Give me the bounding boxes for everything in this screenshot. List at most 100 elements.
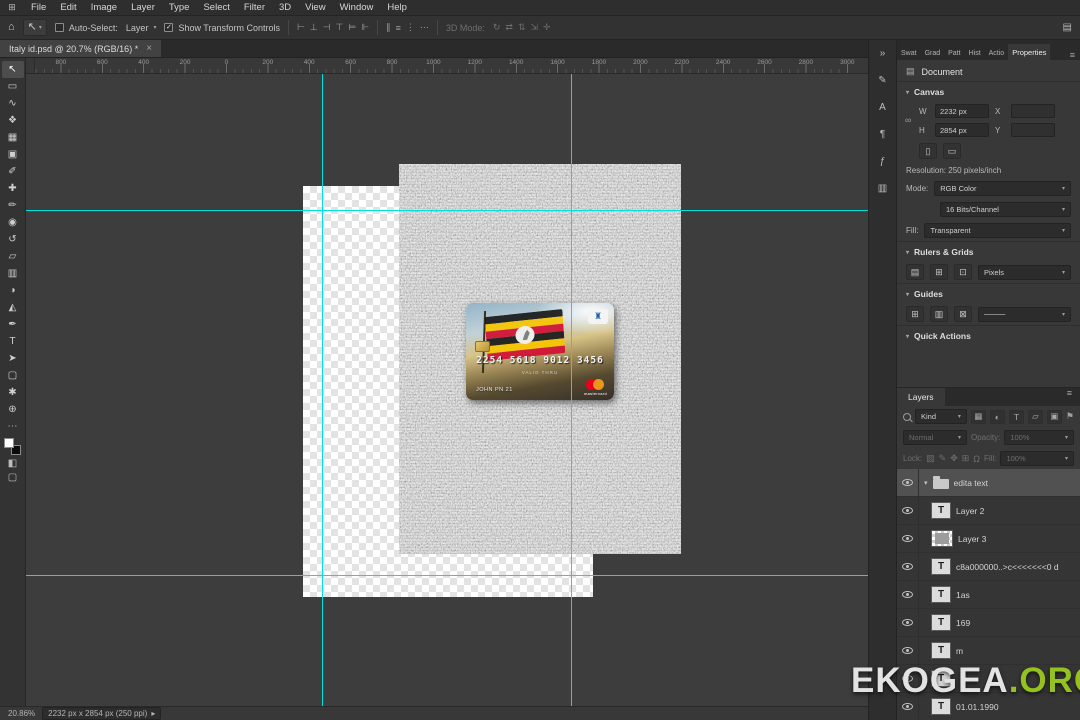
edit-toolbar-icon[interactable]: ⋯	[8, 421, 18, 432]
layer-visibility-toggle[interactable]	[897, 581, 919, 608]
canvas-width-field[interactable]: 2232 px	[935, 104, 989, 118]
eyedropper-tool[interactable]: ✐	[2, 163, 24, 180]
layer-name[interactable]: c8a000000..>c<<<<<<<0 d	[956, 562, 1059, 572]
healing-brush-tool[interactable]: ✚	[2, 180, 24, 197]
current-tool-button[interactable]: ↖ ▾	[22, 19, 47, 36]
menu-item[interactable]: File	[24, 0, 53, 15]
layer-row[interactable]: ▾ T 1as	[897, 581, 1080, 609]
section-canvas[interactable]: ▾ Canvas	[897, 81, 1080, 101]
path-selection-tool[interactable]: ➤	[2, 350, 24, 367]
layer-row[interactable]: ▾ T Layer 3	[897, 525, 1080, 553]
layer-visibility-toggle[interactable]	[897, 609, 919, 636]
ruler-units-dropdown[interactable]: Pixels ▾	[978, 264, 1071, 280]
lock-position-icon[interactable]: ✥	[950, 453, 958, 464]
guide-style-dropdown[interactable]: ──── ▾	[978, 306, 1071, 322]
ruler-icon[interactable]: ▤	[906, 264, 924, 280]
align-right-icon[interactable]: ⊣	[323, 22, 331, 33]
layer-filter-kind-dropdown[interactable]: Kind ▾	[915, 409, 967, 424]
layers-panel-menu-icon[interactable]: ≡	[1064, 388, 1075, 406]
document-info-field[interactable]: 2232 px x 2854 px (250 ppi) ▸	[42, 707, 162, 720]
align-top-icon[interactable]: ⊤	[336, 22, 344, 33]
distribute-spacing-icon[interactable]: ⋮	[406, 22, 415, 33]
align-center-horizontal-icon[interactable]: ⊥	[310, 22, 318, 33]
bit-depth-dropdown[interactable]: 16 Bits/Channel ▾	[940, 202, 1071, 217]
more-options-icon[interactable]: ⋯	[420, 22, 429, 33]
align-center-vertical-icon[interactable]: ⊨	[348, 22, 356, 33]
vertical-guide[interactable]	[571, 74, 572, 706]
lock-all-icon[interactable]: Ω	[973, 454, 980, 464]
distribute-horizontal-icon[interactable]: ∥	[386, 22, 391, 33]
distribute-vertical-icon[interactable]: ≡	[396, 23, 401, 33]
foreground-color-swatch[interactable]	[4, 438, 14, 448]
workspace-switcher-icon[interactable]: ▤	[1063, 22, 1072, 33]
move-tool[interactable]: ↖	[1, 61, 24, 78]
lock-transparency-icon[interactable]: ▨	[926, 453, 935, 464]
layer-visibility-toggle[interactable]	[897, 497, 919, 524]
horizontal-guide[interactable]	[26, 210, 868, 211]
filter-smart-objects-icon[interactable]: ▣	[1046, 409, 1062, 424]
group-expander-icon[interactable]: ▾	[924, 479, 928, 487]
filter-type-layers-icon[interactable]: T	[1008, 409, 1024, 424]
tab-patterns[interactable]: Patt	[944, 46, 964, 60]
filter-shape-layers-icon[interactable]: ▱	[1027, 409, 1043, 424]
layer-row[interactable]: ▾ T edita text	[897, 469, 1080, 497]
section-rulers-grids[interactable]: ▾ Rulers & Grids	[897, 241, 1080, 261]
layer-row[interactable]: ▾ T 169	[897, 609, 1080, 637]
clear-guides-icon[interactable]: ⊠	[954, 306, 972, 322]
align-bottom-icon[interactable]: ⊩	[361, 22, 369, 33]
gradient-tool[interactable]: ▥	[2, 265, 24, 282]
layer-name[interactable]: 169	[956, 618, 970, 628]
link-dimensions-icon[interactable]: ∞	[905, 115, 911, 125]
blend-mode-dropdown[interactable]: Normal ▾	[903, 430, 967, 445]
history-brush-tool[interactable]: ↺	[2, 231, 24, 248]
layer-name[interactable]: 1as	[956, 590, 970, 600]
home-icon[interactable]: ⌂	[8, 22, 15, 33]
layer-name[interactable]: Layer 2	[956, 506, 984, 516]
layer-row[interactable]: ▾ T Layer 2	[897, 497, 1080, 525]
tab-properties[interactable]: Properties	[1008, 44, 1051, 60]
menu-item[interactable]: Layer	[124, 0, 162, 15]
snap-icon[interactable]: ⊡	[954, 264, 972, 280]
layer-name[interactable]: m	[956, 646, 963, 656]
clone-stamp-tool[interactable]: ◉	[2, 214, 24, 231]
dodge-tool[interactable]: ◭	[2, 299, 24, 316]
new-guide-icon[interactable]: ⊞	[906, 306, 924, 322]
screen-mode-icon[interactable]: ▢	[8, 472, 17, 483]
layer-name[interactable]: Layer 3	[958, 534, 986, 544]
character-panel-icon[interactable]: A	[874, 99, 892, 115]
orientation-portrait-button[interactable]: ▯	[919, 143, 937, 159]
menu-item[interactable]: Window	[333, 0, 381, 15]
menu-item[interactable]: Edit	[53, 0, 83, 15]
menu-item[interactable]: 3D	[272, 0, 298, 15]
menu-item[interactable]: View	[298, 0, 332, 15]
opacity-field[interactable]: 100% ▾	[1004, 430, 1074, 445]
section-guides[interactable]: ▾ Guides	[897, 283, 1080, 303]
document-tab[interactable]: Italy id.psd @ 20.7% (RGB/16) * ×	[0, 40, 163, 57]
lock-pixels-icon[interactable]: ✎	[939, 453, 947, 464]
tab-gradients[interactable]: Grad	[921, 46, 945, 60]
layer-visibility-toggle[interactable]	[897, 637, 919, 664]
hand-tool[interactable]: ✱	[2, 384, 24, 401]
libraries-panel-icon[interactable]: ▥	[874, 180, 892, 196]
rectangle-tool[interactable]: ▢	[2, 367, 24, 384]
auto-select-target-dropdown[interactable]: Layer ▾	[126, 23, 157, 33]
tab-actions[interactable]: Actio	[985, 46, 1009, 60]
canvas[interactable]: ♜ 2254 5618 9012 3456 VALID THRU JOHN PN…	[26, 74, 868, 706]
credit-card-image[interactable]: ♜ 2254 5618 9012 3456 VALID THRU JOHN PN…	[466, 303, 614, 400]
layer-visibility-toggle[interactable]	[897, 469, 919, 496]
canvas-fill-dropdown[interactable]: Transparent ▾	[924, 223, 1071, 238]
lock-artboard-icon[interactable]: ⊞	[962, 453, 970, 464]
color-mode-dropdown[interactable]: RGB Color ▾	[934, 181, 1071, 196]
filter-adjustment-layers-icon[interactable]: ◐	[989, 409, 1005, 424]
pen-tool[interactable]: ✒	[2, 316, 24, 333]
guide-layout-icon[interactable]: ▥	[930, 306, 948, 322]
layer-row[interactable]: ▾ T c8a000000..>c<<<<<<<0 d	[897, 553, 1080, 581]
eraser-tool[interactable]: ▱	[2, 248, 24, 265]
lasso-tool[interactable]: ∿	[2, 95, 24, 112]
fill-field[interactable]: 100% ▾	[1000, 451, 1074, 466]
paragraph-panel-icon[interactable]: ¶	[874, 126, 892, 142]
layer-name[interactable]: edita text	[954, 478, 989, 488]
horizontal-guide[interactable]	[26, 575, 868, 576]
filter-pixel-layers-icon[interactable]: ▦	[970, 409, 986, 424]
grid-icon[interactable]: ⊞	[930, 264, 948, 280]
